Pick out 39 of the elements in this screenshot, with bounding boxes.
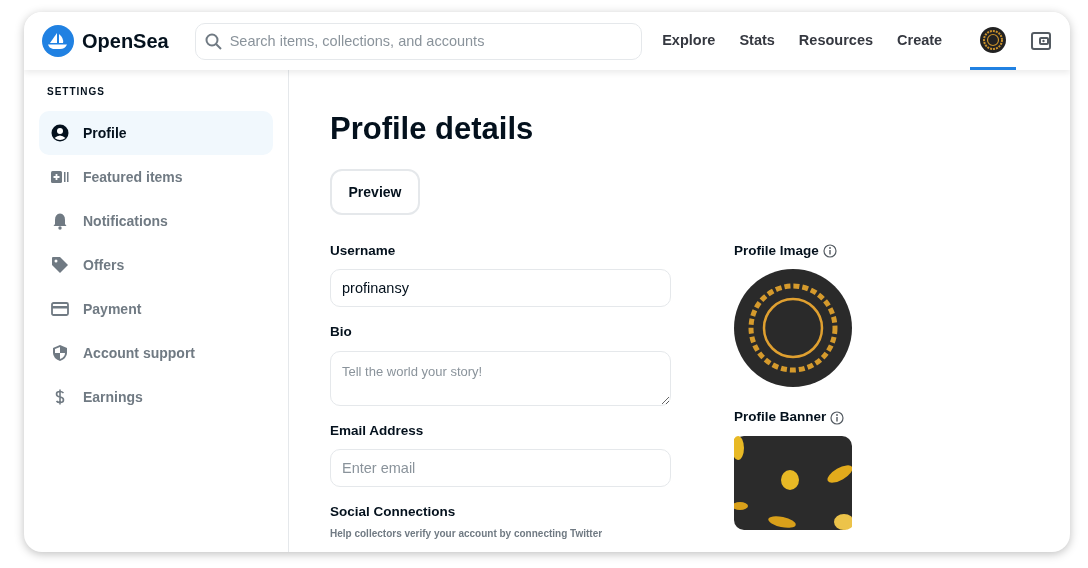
field-label: Profile Image [734, 242, 819, 261]
wallet-icon[interactable] [1030, 30, 1052, 52]
input-field[interactable]: profinansy [330, 269, 671, 308]
field-label: Username [330, 242, 397, 261]
bell-icon [51, 212, 69, 230]
field-label: Bio [330, 323, 353, 342]
credit-card-icon [51, 300, 69, 318]
info-icon[interactable] [830, 410, 845, 425]
sidebar-item[interactable]: Earnings [39, 375, 273, 419]
featured-items-icon [51, 168, 69, 186]
hint-text: Help collectors verify your account by connecting Twitter [330, 527, 604, 542]
search-field[interactable]: Search items, collections, and accounts [194, 22, 643, 60]
sidebar-item[interactable]: Profile [39, 111, 273, 155]
page-title: Profile details [330, 110, 535, 148]
preview-button[interactable]: Preview [330, 169, 420, 216]
field-label: Email Address [330, 421, 425, 440]
person-icon [51, 124, 69, 142]
sidebar-item[interactable]: Featured items [39, 155, 273, 199]
sidebar-item[interactable]: Payment [39, 287, 273, 331]
sidebar-item[interactable]: Offers [39, 243, 273, 287]
info-icon[interactable] [822, 244, 837, 259]
sidebar-heading: SETTINGS [47, 85, 106, 99]
search-icon [204, 32, 223, 51]
nav-link[interactable]: Create [885, 12, 955, 70]
field-label: Profile Banner [734, 408, 827, 427]
sidebar-item[interactable]: Account support [39, 331, 273, 375]
nav-link[interactable]: Stats [727, 12, 787, 70]
banner-image[interactable] [734, 435, 852, 530]
nav-link[interactable]: Explore [650, 12, 728, 70]
logo-icon[interactable] [42, 25, 74, 57]
nav-link[interactable]: Resources [786, 12, 885, 70]
input-field[interactable]: Enter email [330, 448, 671, 487]
avatar-icon [980, 26, 1007, 53]
tag-icon [51, 256, 69, 274]
sidebar-item[interactable]: Notifications [39, 199, 273, 243]
section-title: Social Connections [330, 502, 457, 521]
text-area[interactable]: Tell the world your story! [330, 350, 671, 406]
shield-icon [51, 344, 69, 362]
logo-text[interactable]: OpenSea [82, 26, 169, 56]
